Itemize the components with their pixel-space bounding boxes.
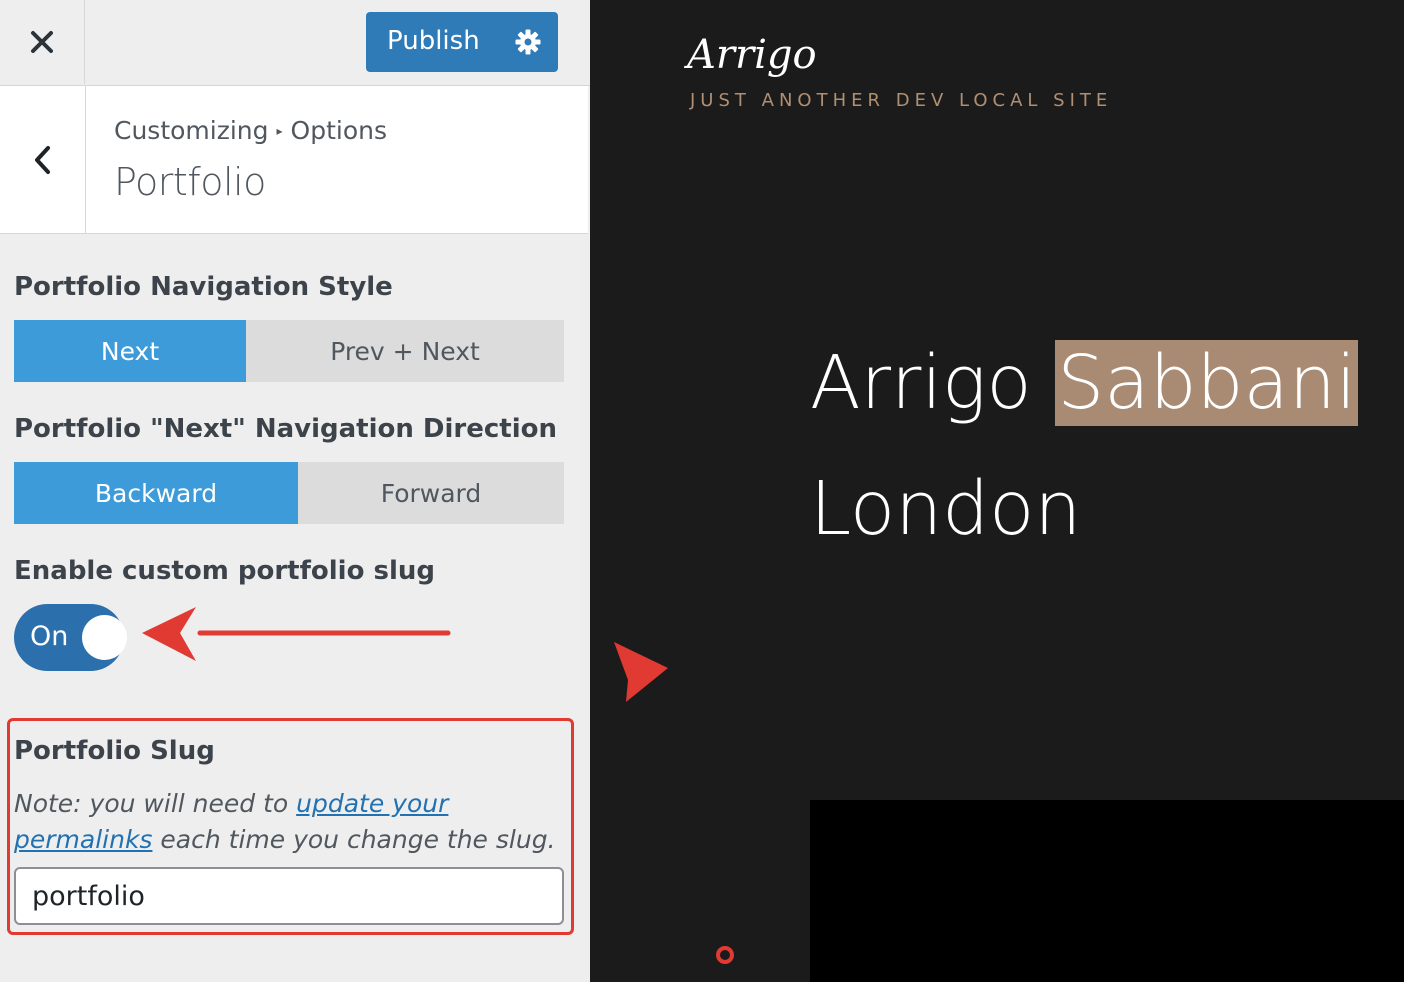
publish-label: Publish	[387, 26, 480, 56]
custom-slug-label: Enable custom portfolio slug	[14, 556, 436, 586]
gear-icon[interactable]	[514, 28, 542, 56]
breadcrumb-separator-icon: ▸	[276, 123, 283, 138]
nav-direction-option-forward[interactable]: Forward	[298, 462, 564, 524]
publish-button[interactable]: Publish	[366, 12, 558, 72]
site-tagline: JUST ANOTHER DEV LOCAL SITE	[690, 90, 1113, 111]
site-preview: Arrigo JUST ANOTHER DEV LOCAL SITE Arrig…	[590, 0, 1404, 982]
preview-media-block	[810, 800, 1404, 982]
custom-slug-toggle[interactable]: On	[14, 604, 127, 671]
slug-note: Note: you will need to update your perma…	[14, 786, 574, 858]
toggle-knob	[82, 615, 127, 660]
close-icon	[31, 31, 53, 53]
nav-style-selector: Next Prev + Next	[14, 320, 564, 382]
toggle-state-text: On	[30, 621, 69, 652]
breadcrumb-root: Customizing	[114, 116, 269, 145]
chevron-left-icon	[34, 145, 50, 174]
slug-note-prefix: Note: you will need to	[14, 789, 297, 818]
nav-direction-option-backward[interactable]: Backward	[14, 462, 298, 524]
nav-direction-label: Portfolio "Next" Navigation Direction	[14, 414, 557, 444]
back-button[interactable]	[0, 86, 86, 233]
page-title: Portfolio	[114, 160, 266, 204]
breadcrumb-parent: Options	[290, 116, 388, 145]
cursor-dot-icon	[716, 946, 734, 964]
site-title[interactable]: Arrigo	[687, 32, 817, 78]
nav-style-label: Portfolio Navigation Style	[14, 272, 393, 302]
nav-style-option-next[interactable]: Next	[14, 320, 246, 382]
slug-note-suffix: each time you change the slug.	[152, 825, 556, 854]
customizer-sidebar: Publish Customizing ▸ Options Portfolio …	[0, 0, 590, 982]
section-header: Customizing ▸ Options Portfolio	[0, 86, 588, 234]
hero-word-1: Arrigo	[810, 340, 1032, 426]
slug-label: Portfolio Slug	[14, 736, 215, 766]
nav-style-option-prev-next[interactable]: Prev + Next	[246, 320, 564, 382]
close-customizer-button[interactable]	[0, 0, 85, 84]
hero-heading-line1: Arrigo Sabbani	[810, 340, 1359, 426]
hero-word-2-highlight: Sabbani	[1055, 340, 1359, 426]
slug-input[interactable]	[14, 867, 564, 925]
breadcrumb: Customizing ▸ Options	[114, 116, 387, 145]
customizer-topbar: Publish	[0, 0, 590, 86]
nav-direction-selector: Backward Forward	[14, 462, 564, 524]
hero-heading-line2: London	[810, 466, 1082, 552]
